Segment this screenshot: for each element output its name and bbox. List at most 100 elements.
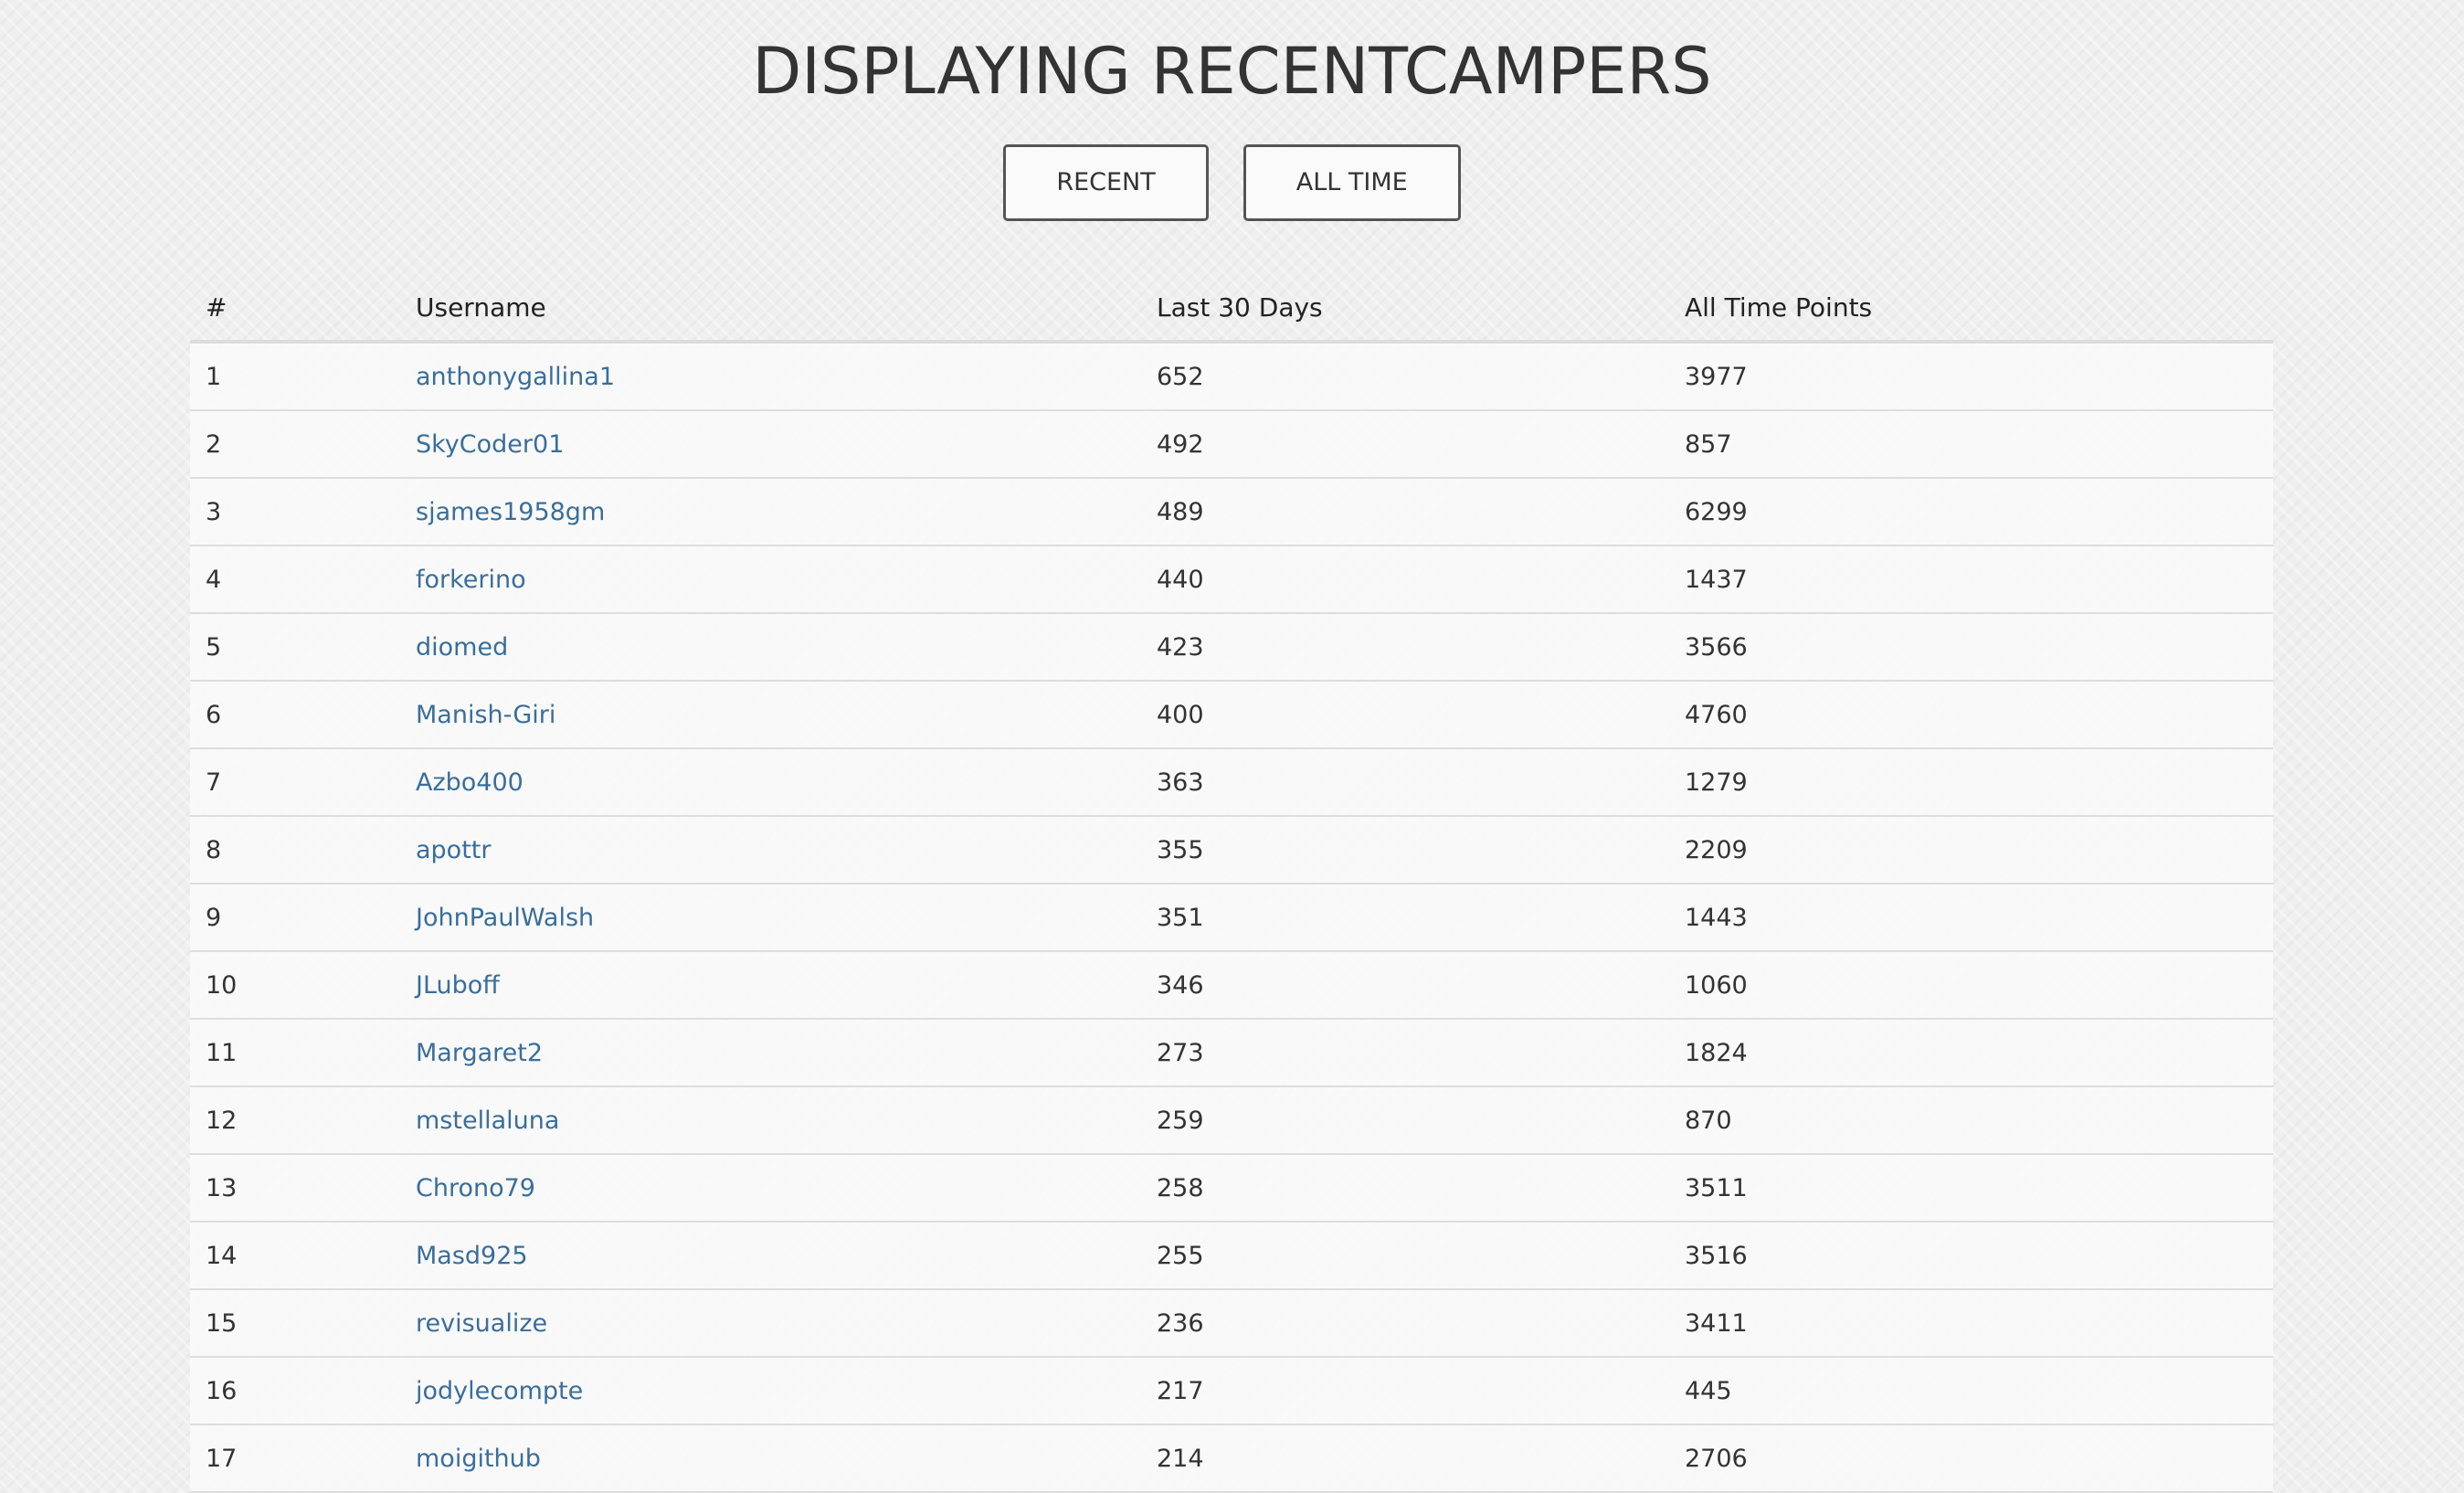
username-cell: apottr [400,816,1141,884]
alltime-points-cell: 3566 [1669,613,2273,682]
username-link[interactable]: anthonygallina1 [416,363,615,391]
username-cell: jodylecompte [400,1357,1141,1425]
rank-cell: 8 [190,816,400,884]
username-cell: anthonygallina1 [400,342,1141,411]
username-link[interactable]: SkyCoder01 [416,430,564,459]
recent-points-cell: 255 [1141,1222,1669,1290]
rank-cell: 3 [190,478,400,546]
username-cell: forkerino [400,545,1141,614]
alltime-points-cell: 4760 [1669,681,2273,749]
table-row: 16 jodylecompte 217 445 [190,1357,2273,1425]
table-row: 15 revisualize 236 3411 [190,1289,2273,1358]
username-link[interactable]: moigithub [416,1445,541,1473]
username-cell: JohnPaulWalsh [400,884,1141,952]
username-link[interactable]: JohnPaulWalsh [416,904,594,932]
recent-points-cell: 652 [1141,342,1669,411]
recent-points-cell: 400 [1141,681,1669,749]
rank-cell: 17 [190,1424,400,1493]
table-row: 10 JLuboff 346 1060 [190,951,2273,1020]
table-row: 11 Margaret2 273 1824 [190,1019,2273,1087]
recent-points-cell: 489 [1141,478,1669,546]
alltime-points-cell: 870 [1669,1086,2273,1155]
username-cell: sjames1958gm [400,478,1141,546]
rank-cell: 15 [190,1289,400,1358]
leaderboard-page: DISPLAYING RECENTCAMPERS RECENT ALL TIME… [0,0,2464,1493]
alltime-points-cell: 1824 [1669,1019,2273,1087]
recent-points-cell: 363 [1141,748,1669,817]
table-body: 1 anthonygallina1 652 3977 2 SkyCoder01 … [190,342,2273,1493]
all-time-button[interactable]: ALL TIME [1243,144,1461,221]
header-row: # Username Last 30 Days All Time Points [190,274,2273,344]
alltime-points-cell: 1437 [1669,545,2273,614]
username-link[interactable]: revisualize [416,1309,547,1338]
recent-points-cell: 346 [1141,951,1669,1020]
username-cell: revisualize [400,1289,1141,1358]
rank-cell: 13 [190,1154,400,1223]
alltime-points-cell: 3977 [1669,342,2273,411]
rank-cell: 4 [190,545,400,614]
rank-column-header: # [190,274,400,344]
username-cell: diomed [400,613,1141,682]
rank-cell: 10 [190,951,400,1020]
username-link[interactable]: JLuboff [416,971,500,1000]
recent-points-cell: 258 [1141,1154,1669,1223]
table-row: 2 SkyCoder01 492 857 [190,410,2273,479]
username-cell: Manish-Giri [400,681,1141,749]
recent-points-cell: 259 [1141,1086,1669,1155]
alltime-points-cell: 3516 [1669,1222,2273,1290]
recent-button[interactable]: RECENT [1003,144,1209,221]
view-toggle-group: RECENT ALL TIME [0,144,2464,221]
username-cell: moigithub [400,1424,1141,1493]
recent-points-column-header: Last 30 Days [1141,274,1669,344]
rank-cell: 11 [190,1019,400,1087]
username-link[interactable]: Masd925 [416,1242,528,1270]
recent-points-cell: 236 [1141,1289,1669,1358]
table-row: 4 forkerino 440 1437 [190,545,2273,614]
recent-points-cell: 351 [1141,884,1669,952]
rank-cell: 1 [190,342,400,411]
recent-points-cell: 423 [1141,613,1669,682]
page-title: DISPLAYING RECENTCAMPERS [752,34,1712,109]
username-cell: Azbo400 [400,748,1141,817]
table-row: 1 anthonygallina1 652 3977 [190,342,2273,411]
username-column-header: Username [400,274,1141,344]
table-row: 9 JohnPaulWalsh 351 1443 [190,884,2273,952]
alltime-points-cell: 1279 [1669,748,2273,817]
username-cell: Chrono79 [400,1154,1141,1223]
recent-points-cell: 217 [1141,1357,1669,1425]
username-link[interactable]: diomed [416,633,508,662]
username-link[interactable]: sjames1958gm [416,498,605,526]
rank-cell: 7 [190,748,400,817]
table-header: # Username Last 30 Days All Time Points [190,274,2273,344]
recent-points-cell: 273 [1141,1019,1669,1087]
table-row: 3 sjames1958gm 489 6299 [190,478,2273,546]
rank-cell: 6 [190,681,400,749]
recent-points-cell: 355 [1141,816,1669,884]
leaderboard-table: # Username Last 30 Days All Time Points … [190,274,2273,1493]
table-row: 6 Manish-Giri 400 4760 [190,681,2273,749]
username-cell: Margaret2 [400,1019,1141,1087]
username-cell: JLuboff [400,951,1141,1020]
table-row: 14 Masd925 255 3516 [190,1222,2273,1290]
alltime-points-cell: 857 [1669,410,2273,479]
username-link[interactable]: Margaret2 [416,1039,543,1067]
alltime-points-cell: 2209 [1669,816,2273,884]
rank-cell: 5 [190,613,400,682]
username-link[interactable]: apottr [416,836,491,864]
username-link[interactable]: Chrono79 [416,1174,535,1202]
username-link[interactable]: mstellaluna [416,1107,559,1135]
username-link[interactable]: Manish-Giri [416,701,555,729]
table-row: 12 mstellaluna 259 870 [190,1086,2273,1155]
username-cell: Masd925 [400,1222,1141,1290]
rank-cell: 16 [190,1357,400,1425]
username-link[interactable]: Azbo400 [416,768,523,797]
username-cell: mstellaluna [400,1086,1141,1155]
alltime-points-column-header: All Time Points [1669,274,2273,344]
table-row: 13 Chrono79 258 3511 [190,1154,2273,1223]
username-link[interactable]: forkerino [416,566,526,594]
alltime-points-cell: 2706 [1669,1424,2273,1493]
table-row: 8 apottr 355 2209 [190,816,2273,884]
table-row: 7 Azbo400 363 1279 [190,748,2273,817]
username-link[interactable]: jodylecompte [416,1377,583,1405]
table-row: 17 moigithub 214 2706 [190,1424,2273,1493]
